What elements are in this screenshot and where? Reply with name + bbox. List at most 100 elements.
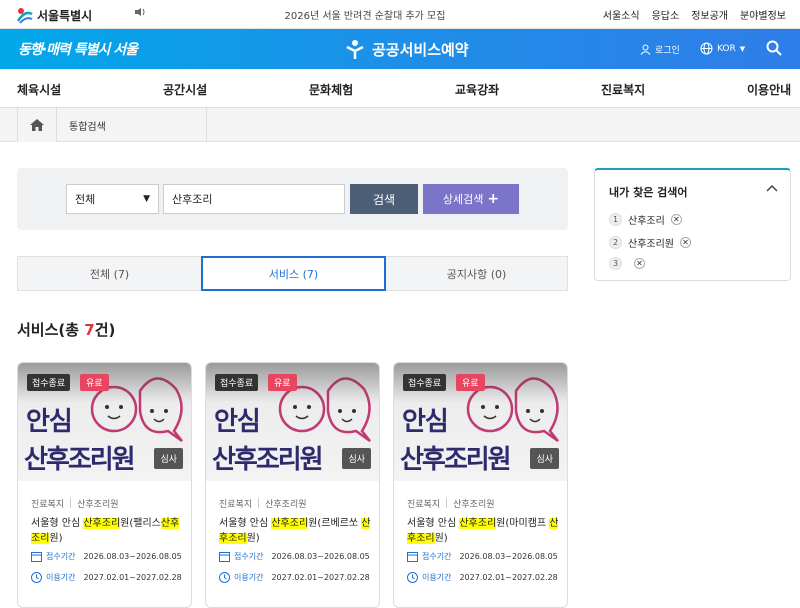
advanced-search-label: 상세검색	[442, 193, 484, 206]
nav-sports[interactable]: 체육시설	[17, 81, 61, 98]
card-title[interactable]: 서울형 안심 산후조리원(팰리스산후조리원)	[31, 516, 183, 546]
nav-education[interactable]: 교육강좌	[455, 81, 499, 98]
fee-badge: 유료	[456, 374, 485, 391]
tab-notice[interactable]: 공지사항 (0)	[386, 257, 567, 290]
nav-guide[interactable]: 이용안내	[747, 81, 791, 98]
result-tabs: 전체 (7) 서비스 (7) 공지사항 (0)	[17, 256, 568, 291]
category-value: 전체	[75, 193, 96, 206]
apply-label: 접수기간	[46, 552, 76, 561]
nav-medical[interactable]: 진료복지	[601, 81, 645, 98]
method-badge: 심사	[342, 448, 371, 469]
recent-item-text[interactable]: 산후조리원	[628, 235, 674, 250]
tab-all[interactable]: 전체 (7)	[18, 257, 201, 290]
chevron-up-icon[interactable]	[766, 182, 778, 195]
language-select[interactable]: KOR ▼	[700, 42, 745, 55]
category-secondary: 산후조리원	[265, 500, 307, 510]
title-part: 서울형 안심	[407, 518, 460, 529]
nav-space[interactable]: 공간시설	[163, 81, 207, 98]
login-link[interactable]: 로그인	[640, 43, 680, 56]
status-badge: 접수종료	[403, 374, 447, 391]
recent-item-number: 3	[609, 257, 622, 270]
thumbnail-text: 산후조리원	[400, 445, 512, 475]
calendar-icon	[407, 552, 418, 562]
util-menu-disclosure[interactable]: 정보공개	[691, 7, 728, 22]
title-part: 서울형 안심	[219, 518, 272, 529]
use-label: 이용기간	[234, 573, 264, 582]
title-part: 원(르베르쏘	[308, 518, 362, 529]
use-dates: 2027.02.01~2027.02.28	[459, 573, 558, 582]
nav-culture[interactable]: 문화체험	[309, 81, 353, 98]
thumbnail-text: 안심	[26, 407, 73, 437]
card-category: 진료복지 산후조리원	[31, 497, 119, 510]
recent-item-text[interactable]: 산후조리	[628, 212, 665, 227]
search-button[interactable]: 검색	[350, 184, 418, 214]
method-badge: 심사	[154, 448, 183, 469]
thumbnail-text: 산후조리원	[24, 445, 136, 475]
caret-down-icon: ▼	[739, 44, 746, 53]
apply-dates: 2026.08.03~2026.08.05	[271, 552, 370, 561]
apply-period: 접수기간 2026.08.03~2026.08.05	[219, 551, 370, 562]
util-menu-news[interactable]: 서울소식	[603, 7, 640, 22]
home-icon[interactable]	[17, 108, 57, 142]
recent-item-number: 1	[609, 213, 622, 226]
category-select[interactable]: 전체 ▼	[66, 184, 159, 214]
use-period: 이용기간 2027.02.01~2027.02.28	[31, 572, 182, 583]
use-dates: 2027.02.01~2027.02.28	[271, 573, 370, 582]
breadcrumb-current: 통합검색	[57, 108, 207, 142]
recent-searches-panel: 내가 찾은 검색어 1 산후조리 ✕ 2 산후조리원 ✕ 3 ✕	[594, 168, 791, 281]
recent-item[interactable]: 1 산후조리 ✕	[609, 212, 682, 227]
tab-service[interactable]: 서비스 (7)	[201, 256, 386, 291]
category-secondary: 산후조리원	[77, 500, 119, 510]
title-highlight: 산후조리	[459, 518, 497, 529]
use-label: 이용기간	[46, 573, 76, 582]
status-badge: 접수종료	[27, 374, 71, 391]
status-badge: 접수종료	[215, 374, 259, 391]
util-menu-field-info[interactable]: 분야별정보	[740, 7, 786, 22]
category-primary: 진료복지	[219, 500, 253, 510]
language-label: KOR	[717, 43, 736, 54]
fee-badge: 유료	[80, 374, 109, 391]
clock-icon	[31, 572, 42, 583]
card-category: 진료복지 산후조리원	[219, 497, 307, 510]
user-icon	[640, 44, 651, 55]
clock-icon	[219, 572, 230, 583]
result-count: 7	[84, 321, 95, 339]
global-nav: 체육시설 공간시설 문화체험 교육강좌 진료복지 이용안내	[0, 69, 800, 108]
category-primary: 진료복지	[407, 500, 441, 510]
utility-menu: 서울소식 응답소 정보공개 분야별정보	[603, 7, 786, 22]
card-thumbnail: 안심 산후조리원 접수종료 유료 심사	[206, 363, 379, 481]
recent-item-number: 2	[609, 236, 622, 249]
advanced-search-button[interactable]: 상세검색 +	[423, 184, 519, 214]
card-title[interactable]: 서울형 안심 산후조리원(마미캠프 산후조리원)	[407, 516, 559, 546]
close-icon[interactable]: ✕	[670, 214, 682, 225]
seoul-logo-icon	[16, 8, 33, 24]
apply-period: 접수기간 2026.08.03~2026.08.05	[407, 551, 558, 562]
notice-ticker[interactable]: 2026년 서울 반려견 순찰대 추가 모집	[200, 7, 530, 22]
section-title-suffix: 건)	[94, 321, 116, 339]
recent-item[interactable]: 3 ✕	[609, 257, 645, 270]
title-part: 원(마미캠프	[496, 518, 550, 529]
use-period: 이용기간 2027.02.01~2027.02.28	[407, 572, 558, 583]
use-label: 이용기간	[422, 573, 452, 582]
login-label: 로그인	[655, 46, 680, 56]
use-period: 이용기간 2027.02.01~2027.02.28	[219, 572, 370, 583]
recent-item[interactable]: 2 산후조리원 ✕	[609, 235, 691, 250]
service-card[interactable]: 안심 산후조리원 접수종료 유료 심사 진료복지 산후조리원 서울형 안심 산후조…	[205, 362, 380, 608]
brand-logo[interactable]: 공공서비스예약	[344, 38, 469, 60]
thumbnail-text: 안심	[402, 407, 449, 437]
recent-searches-title: 내가 찾은 검색어	[609, 186, 688, 199]
search-icon[interactable]	[766, 40, 782, 59]
seoul-logo[interactable]: 서울특별시	[16, 5, 92, 25]
util-menu-response[interactable]: 응답소	[652, 7, 680, 22]
service-card[interactable]: 안심 산후조리원 접수종료 유료 심사 진료복지 산후조리원 서울형 안심 산후조…	[17, 362, 192, 608]
brand-icon	[346, 40, 364, 59]
speaker-icon[interactable]	[134, 7, 146, 20]
search-input[interactable]	[163, 184, 345, 214]
close-icon[interactable]: ✕	[680, 237, 691, 248]
close-icon[interactable]: ✕	[634, 258, 645, 269]
card-title[interactable]: 서울형 안심 산후조리원(르베르쏘 산후조리원)	[219, 516, 371, 546]
breadcrumb: 통합검색	[0, 108, 800, 142]
service-card[interactable]: 안심 산후조리원 접수종료 유료 심사 진료복지 산후조리원 서울형 안심 산후조…	[393, 362, 568, 608]
thumbnail-text: 산후조리원	[212, 445, 324, 475]
plus-icon: +	[487, 191, 500, 207]
